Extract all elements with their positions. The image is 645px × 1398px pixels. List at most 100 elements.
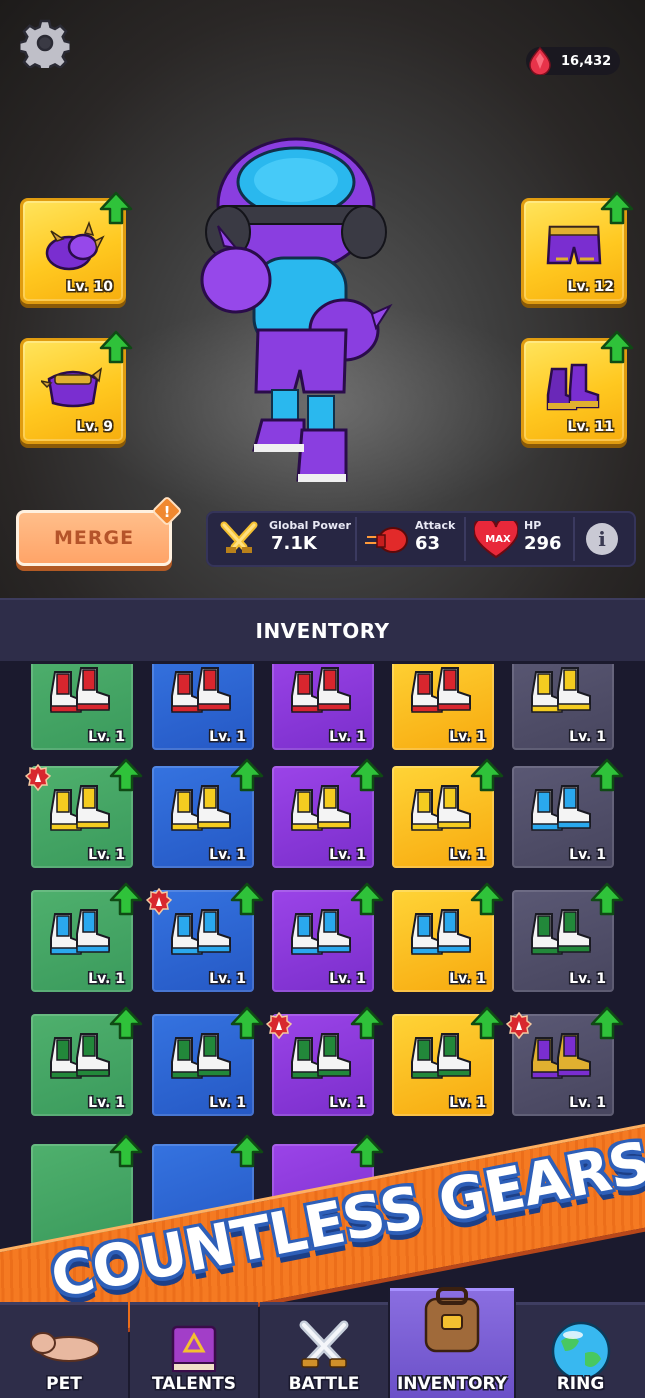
- shorts-icon: [546, 225, 602, 265]
- green-boots-icon: [171, 1033, 231, 1079]
- upgrade-arrow-icon: [350, 882, 384, 916]
- upgrade-arrow-icon: [109, 1006, 143, 1040]
- upgrade-arrow-icon: [470, 1006, 504, 1040]
- heart-max-text: MAX: [485, 534, 511, 545]
- inventory-item-yellow-boots[interactable]: Lv. 1: [512, 664, 614, 750]
- stat-label: HP: [524, 519, 542, 532]
- upgrade-arrow-icon: [590, 1006, 624, 1040]
- nav-item-ring[interactable]: RING: [516, 1302, 645, 1398]
- upgrade-arrow-icon: [230, 758, 264, 792]
- merge-label: MERGE: [53, 527, 135, 549]
- upgrade-arrow-icon: [230, 1134, 264, 1168]
- inventory-item-red-boots[interactable]: Lv. 1: [31, 664, 133, 750]
- item-level: Lv. 1: [209, 847, 246, 863]
- upgrade-arrow-icon: [230, 1006, 264, 1040]
- item-level: Lv. 1: [449, 1095, 486, 1111]
- equip-level: Lv. 10: [66, 279, 113, 295]
- item-level: Lv. 1: [209, 729, 246, 745]
- red-boots-icon: [171, 667, 231, 713]
- backpack-icon: [424, 1287, 480, 1353]
- gem-amount: 16,432: [561, 53, 612, 69]
- yellow-boots-icon: [50, 785, 110, 831]
- boxer-character[interactable]: [196, 130, 396, 490]
- nav-label: PET: [46, 1374, 82, 1394]
- green-boots-icon: [531, 909, 591, 955]
- red-boots-icon: [411, 667, 471, 713]
- stats-bar: Global Power 7.1K Attack 63 MAX HP 296 i: [206, 511, 636, 567]
- upgrade-arrow-icon: [590, 882, 624, 916]
- boxing-glove-icon: [365, 527, 408, 553]
- blue-boots-icon: [171, 909, 231, 955]
- item-level: Lv. 1: [569, 729, 606, 745]
- upgrade-arrow-icon: [99, 330, 133, 364]
- upgrade-arrow-icon: [600, 330, 634, 364]
- stat-attack: Attack 63: [357, 511, 463, 567]
- belt-icon: [41, 367, 103, 408]
- item-level: Lv. 1: [88, 847, 125, 863]
- stat-value: 296: [524, 533, 562, 554]
- item-level: Lv. 1: [329, 971, 366, 987]
- nav-label: TALENTS: [152, 1374, 236, 1394]
- upgrade-arrow-icon: [470, 758, 504, 792]
- upgrade-arrow-icon: [109, 882, 143, 916]
- stat-label: Global Power: [269, 519, 351, 532]
- stat-value: 7.1K: [271, 533, 317, 554]
- blue-boots-icon: [291, 909, 351, 955]
- blue-boots-icon: [411, 909, 471, 955]
- upgrade-arrow-icon: [590, 758, 624, 792]
- item-level: Lv. 1: [88, 729, 125, 745]
- gear-icon: [20, 19, 70, 68]
- settings-button[interactable]: [18, 16, 72, 70]
- stat-label: Attack: [415, 519, 456, 532]
- merge-button[interactable]: MERGE: [16, 510, 172, 566]
- heart-icon: MAX: [474, 521, 518, 559]
- green-boots-icon: [411, 1033, 471, 1079]
- swords-icon: [299, 1320, 349, 1368]
- upgrade-arrow-icon: [350, 1006, 384, 1040]
- gem-counter[interactable]: 16,432: [526, 47, 620, 75]
- item-level: Lv. 1: [209, 1095, 246, 1111]
- red-boots-icon: [50, 667, 110, 713]
- purple-boots-icon: [546, 363, 600, 411]
- nav-item-pet[interactable]: PET: [0, 1302, 128, 1398]
- stat-value: 63: [415, 533, 441, 554]
- hero-area: 16,432 Lv. 10 Lv. 9 Lv. 12 Lv. 11 MERGE …: [0, 0, 645, 598]
- alert-mark: !: [164, 503, 171, 521]
- inventory-title: INVENTORY: [255, 618, 390, 643]
- yellow-boots-icon: [411, 785, 471, 831]
- item-level: Lv. 1: [329, 729, 366, 745]
- item-level: Lv. 1: [449, 847, 486, 863]
- info-button[interactable]: i: [586, 523, 618, 555]
- new-item-badge-icon: [25, 764, 51, 792]
- inventory-header: INVENTORY: [0, 598, 645, 664]
- divider: [573, 517, 575, 561]
- inventory-item-red-boots[interactable]: Lv. 1: [152, 664, 254, 750]
- blue-boots-icon: [531, 785, 591, 831]
- upgrade-arrow-icon: [99, 191, 133, 225]
- red-boots-icon: [291, 667, 351, 713]
- yellow-boots-icon: [291, 785, 351, 831]
- nav-label: INVENTORY: [396, 1374, 508, 1394]
- equip-level: Lv. 12: [567, 279, 614, 295]
- pet-icon: [30, 1332, 99, 1362]
- upgrade-arrow-icon: [230, 882, 264, 916]
- item-level: Lv. 1: [209, 971, 246, 987]
- stat-global-power: Global Power 7.1K: [206, 511, 354, 567]
- inventory-item-red-boots[interactable]: Lv. 1: [272, 664, 374, 750]
- green-boots-icon: [291, 1033, 351, 1079]
- gloves-icon: [45, 220, 105, 271]
- green-boots-icon: [50, 1033, 110, 1079]
- item-level: Lv. 1: [88, 1095, 125, 1111]
- upgrade-arrow-icon: [109, 758, 143, 792]
- item-level: Lv. 1: [329, 1095, 366, 1111]
- inventory-item-red-boots[interactable]: Lv. 1: [392, 664, 494, 750]
- yellow-boots-icon: [171, 785, 231, 831]
- blue-boots-icon: [50, 909, 110, 955]
- nav-item-talents[interactable]: TALENTS: [130, 1302, 258, 1398]
- gem-icon: [529, 47, 551, 75]
- nav-label: BATTLE: [288, 1374, 360, 1394]
- new-item-badge-icon: [266, 1012, 292, 1040]
- nav-item-inventory[interactable]: INVENTORY: [390, 1287, 514, 1398]
- item-level: Lv. 1: [449, 729, 486, 745]
- nav-item-battle[interactable]: BATTLE: [260, 1302, 388, 1398]
